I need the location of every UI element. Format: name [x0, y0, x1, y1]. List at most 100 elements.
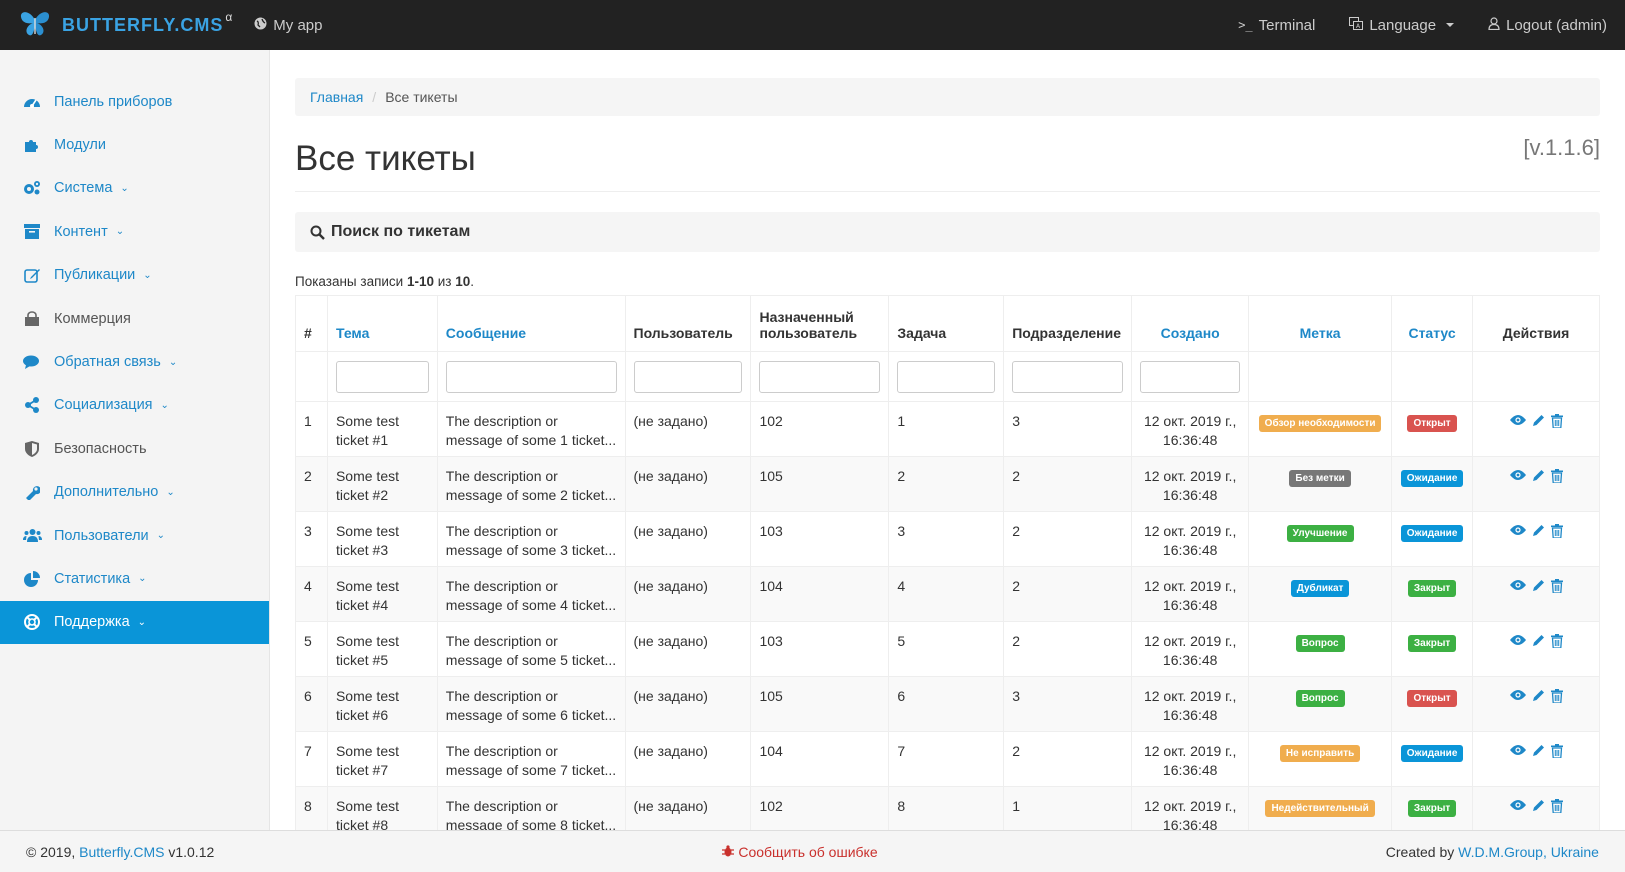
- filter-user-input[interactable]: [633, 360, 743, 393]
- edit-icon[interactable]: [1532, 469, 1545, 483]
- sidebar-item-system[interactable]: Система ⌄: [0, 167, 269, 210]
- bug-report-link[interactable]: Сообщить об ошибке: [722, 843, 878, 860]
- edit-icon[interactable]: [1532, 524, 1545, 538]
- view-icon[interactable]: [1509, 744, 1526, 758]
- breadcrumb-home-link[interactable]: Главная: [310, 89, 363, 105]
- trash-icon[interactable]: [1550, 579, 1563, 593]
- row-actions: [1481, 412, 1591, 428]
- main-content: Главная / Все тикеты Все тикеты [v.1.1.6…: [295, 50, 1600, 830]
- edit-icon[interactable]: [1532, 744, 1545, 758]
- brand[interactable]: BUTTERFLY.CMS α: [0, 8, 232, 42]
- sidebar-item-label: Дополнительно: [54, 484, 159, 501]
- cell-task: 2: [888, 456, 1005, 512]
- cell-status: Закрыт: [1391, 566, 1474, 622]
- cell-user: (не задано): [624, 401, 752, 457]
- row-actions: [1481, 742, 1591, 758]
- edit-icon[interactable]: [1532, 799, 1545, 813]
- status-badge: Закрыт: [1407, 800, 1457, 817]
- sidebar-item-label: Социализация: [54, 397, 153, 414]
- chevron-down-icon: ⌄: [166, 486, 175, 498]
- cell-message: The description or message of some 2 tic…: [436, 456, 626, 512]
- sidebar-item-statistics[interactable]: Статистика ⌄: [0, 557, 269, 600]
- filter-subject-input[interactable]: [335, 360, 429, 393]
- view-icon[interactable]: [1509, 469, 1526, 483]
- sidebar-item-label: Поддержка: [54, 614, 130, 631]
- trash-icon[interactable]: [1550, 414, 1563, 428]
- chevron-down-icon: ⌄: [120, 182, 129, 194]
- brand-name[interactable]: BUTTERFLY.CMS: [62, 15, 223, 36]
- copyright-prefix: © 2019,: [26, 843, 80, 860]
- view-icon[interactable]: [1509, 524, 1526, 538]
- trash-icon[interactable]: [1550, 689, 1563, 703]
- edit-icon[interactable]: [1532, 414, 1545, 428]
- search-panel-header[interactable]: Поиск по тикетам: [295, 212, 1600, 252]
- sidebar-item-modules[interactable]: Модули: [0, 123, 269, 166]
- sidebar-item-security[interactable]: Безопасность: [0, 427, 269, 470]
- sidebar-item-social[interactable]: Социализация ⌄: [0, 384, 269, 427]
- table-row: 3 Some test ticket #3 The description or m…: [295, 511, 1600, 567]
- filter-message-input[interactable]: [445, 360, 617, 393]
- trash-icon[interactable]: [1550, 469, 1563, 483]
- sidebar-item-users[interactable]: Пользователи ⌄: [0, 514, 269, 557]
- cell-user: (не задано): [624, 511, 752, 567]
- cell-label: Вопрос: [1248, 621, 1393, 677]
- filter-task-input[interactable]: [897, 360, 996, 393]
- cell-label: Без метки: [1248, 456, 1393, 512]
- my-app-label[interactable]: My app: [273, 17, 322, 34]
- edit-icon[interactable]: [1532, 634, 1545, 648]
- edit-icon[interactable]: [1532, 689, 1545, 703]
- column-header-message[interactable]: Сообщение: [436, 295, 626, 352]
- cell-user: (не задано): [624, 676, 752, 732]
- my-app-link[interactable]: My app: [254, 17, 322, 34]
- logout-label: Logout (admin): [1506, 16, 1607, 34]
- shopping-bag-icon: [20, 309, 44, 329]
- filter-assigned-input[interactable]: [759, 360, 881, 393]
- column-header-created[interactable]: Создано: [1131, 295, 1250, 352]
- sidebar-item-commerce[interactable]: Коммерция: [0, 297, 269, 340]
- status-badge: Ожидание: [1400, 525, 1464, 542]
- trash-icon[interactable]: [1550, 744, 1563, 758]
- view-icon[interactable]: [1509, 579, 1526, 593]
- cell-user: (не задано): [624, 786, 752, 830]
- trash-icon[interactable]: [1550, 524, 1563, 538]
- cell-actions: [1472, 676, 1600, 732]
- archive-icon: [20, 222, 44, 242]
- sidebar-item-additional[interactable]: Дополнительно ⌄: [0, 471, 269, 514]
- sidebar-item-publications[interactable]: Публикации ⌄: [0, 254, 269, 297]
- terminal-link[interactable]: >_ Terminal: [1238, 17, 1315, 34]
- language-dropdown[interactable]: A Language: [1349, 16, 1455, 34]
- cell-status: Открыт: [1391, 401, 1474, 457]
- edit-icon[interactable]: [1532, 579, 1545, 593]
- column-header-label[interactable]: Метка: [1248, 295, 1393, 352]
- view-icon[interactable]: [1509, 414, 1526, 428]
- wdm-group-link[interactable]: W.D.M.Group, Ukraine: [1458, 844, 1599, 860]
- cms-link[interactable]: Butterfly.CMS: [79, 844, 164, 860]
- table-header-row: # Тема Сообщение Пользователь Назначенны…: [295, 295, 1600, 352]
- brand-alpha: α: [225, 10, 233, 24]
- sidebar-item-content[interactable]: Контент ⌄: [0, 210, 269, 253]
- cell-created: 12 окт. 2019 г., 16:36:48: [1131, 456, 1250, 512]
- view-icon[interactable]: [1509, 689, 1526, 703]
- trash-icon[interactable]: [1550, 799, 1563, 813]
- row-actions: [1481, 687, 1591, 703]
- view-icon[interactable]: [1509, 799, 1526, 813]
- sidebar-item-dashboard[interactable]: Панель приборов: [0, 80, 269, 123]
- column-header-subject[interactable]: Тема: [326, 295, 438, 352]
- table-row: 4 Some test ticket #4 The description or m…: [295, 566, 1600, 622]
- sidebar-item-support[interactable]: Поддержка ⌄: [0, 600, 269, 645]
- filter-department-input[interactable]: [1012, 360, 1124, 393]
- bug-report-label: Сообщить об ошибке: [738, 843, 878, 860]
- cell-task: 4: [888, 566, 1005, 622]
- view-icon[interactable]: [1509, 634, 1526, 648]
- sidebar-item-label: Безопасность: [54, 440, 147, 457]
- cell-status: Ожидание: [1391, 456, 1474, 512]
- sidebar-item-label: Обратная связь: [54, 354, 161, 371]
- sidebar-item-feedback[interactable]: Обратная связь ⌄: [0, 340, 269, 383]
- column-header-status[interactable]: Статус: [1391, 295, 1474, 352]
- cell-user: (не задано): [624, 456, 752, 512]
- butterfly-logo-icon: [20, 12, 50, 36]
- logout-link[interactable]: Logout (admin): [1488, 17, 1607, 34]
- trash-icon[interactable]: [1550, 634, 1563, 648]
- filter-created-input[interactable]: [1140, 360, 1241, 393]
- status-badge: Закрыт: [1407, 635, 1457, 652]
